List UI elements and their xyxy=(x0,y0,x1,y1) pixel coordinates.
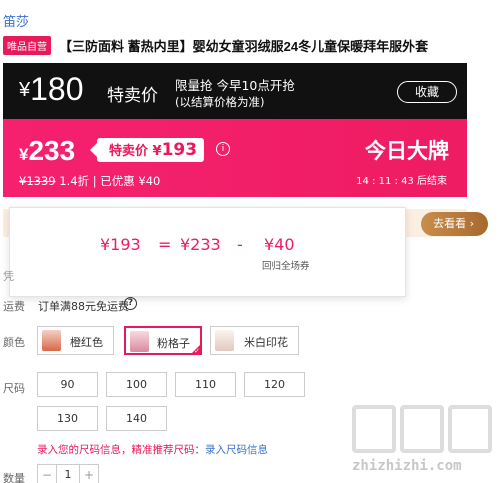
flash-sale-time: 限量抢 今早10点开抢 xyxy=(175,78,295,93)
flash-price-currency: ¥ xyxy=(19,79,31,101)
chevron-right-icon: › xyxy=(469,217,474,230)
shipping-value: 订单满88元免运费 xyxy=(38,300,129,313)
minus-sign: - xyxy=(237,235,243,254)
enter-size-link[interactable]: 录入尺码信息 xyxy=(205,444,268,456)
size-option-130[interactable]: 130 xyxy=(37,406,98,431)
color-option-cream-print[interactable]: 米白印花 xyxy=(210,326,299,355)
watermark-glyph xyxy=(448,405,492,453)
watermark-logo xyxy=(352,405,492,455)
color-option-pink-check[interactable]: 粉格子 ✓ xyxy=(124,326,202,355)
countdown-suffix: 后结束 xyxy=(417,176,447,187)
countdown-value: 14 : 11 : 43 xyxy=(356,176,414,187)
product-title: 【三防面料 蓄热内里】婴幼女童羽绒服24冬儿童保暖拜年服外套 xyxy=(59,39,429,54)
discount-rate: 1.4折 xyxy=(59,174,90,188)
title-row: 唯品自营 【三防面料 蓄热内里】婴幼女童羽绒服24冬儿童保暖拜年服外套 xyxy=(3,36,497,55)
favorite-button[interactable]: 收藏 xyxy=(397,81,457,103)
flash-price-value: 180 xyxy=(30,71,84,107)
countdown-timer: 14 : 11 : 43 后结束 xyxy=(356,172,447,187)
color-option-label: 粉格子 xyxy=(157,337,190,350)
color-option-orange-red[interactable]: 橙红色 xyxy=(37,326,114,355)
original-price: ¥1339 xyxy=(19,174,56,188)
color-option-label: 米白印花 xyxy=(244,336,288,349)
color-label: 颜色 xyxy=(3,336,25,349)
base-price: ¥233 xyxy=(180,235,221,254)
flash-sale-note: (以结算价格为准) xyxy=(175,95,265,109)
go-see-button[interactable]: 去看看 › xyxy=(421,212,488,236)
color-option-label: 橙红色 xyxy=(70,336,103,349)
info-icon[interactable]: i xyxy=(216,142,230,156)
color-thumbnail xyxy=(42,330,61,351)
coupon-note: 回归全场券 xyxy=(262,261,310,272)
quantity-decrease-button[interactable]: − xyxy=(38,465,56,483)
color-thumbnail xyxy=(215,330,234,351)
final-price: ¥193 xyxy=(100,235,141,254)
size-option-120[interactable]: 120 xyxy=(244,372,305,397)
price-breakdown-popup: ¥193 = ¥233 - ¥40 回归全场券 xyxy=(9,207,406,297)
quantity-value[interactable]: 1 xyxy=(56,465,80,483)
quantity-stepper: − 1 + xyxy=(37,464,99,483)
flash-sale-band: ¥180 特卖价 限量抢 今早10点开抢 (以结算价格为准) 收藏 xyxy=(3,63,467,119)
coupon-value: ¥40 xyxy=(264,235,295,254)
special-price-label: 特卖价 xyxy=(109,144,149,159)
equals-sign: = xyxy=(158,235,172,254)
brand-link[interactable]: 笛莎 xyxy=(3,11,29,30)
size-hint: 录入您的尺码信息，精准推荐尺码：录入尺码信息 xyxy=(37,442,268,457)
special-price-value: 193 xyxy=(161,140,198,160)
size-hint-text: 录入您的尺码信息，精准推荐尺码： xyxy=(37,444,205,456)
sale-price-value: 233 xyxy=(28,135,76,166)
watermark-glyph xyxy=(352,405,396,453)
partially-hidden-label: 凭 xyxy=(3,270,14,283)
price-separator: | xyxy=(92,174,97,188)
sale-price-band: ¥233 特卖价 ¥193 i ¥1339 1.4折 | 已优惠 ¥40 今日大… xyxy=(3,119,467,197)
special-price-currency: ¥ xyxy=(152,144,162,159)
flash-price: ¥180 xyxy=(19,71,84,108)
flash-price-tag: 特卖价 xyxy=(107,86,158,106)
self-operated-badge: 唯品自营 xyxy=(3,36,51,55)
size-option-90[interactable]: 90 xyxy=(37,372,98,397)
size-option-140[interactable]: 140 xyxy=(106,406,167,431)
sale-price: ¥233 xyxy=(19,135,75,167)
saved-amount: 已优惠 ¥40 xyxy=(100,174,161,188)
special-price-tag: 特卖价 ¥193 xyxy=(89,138,205,162)
size-option-110[interactable]: 110 xyxy=(175,372,236,397)
shipping-label: 运费 xyxy=(3,300,25,313)
quantity-label: 数量 xyxy=(3,472,25,483)
quantity-increase-button[interactable]: + xyxy=(80,465,98,483)
check-icon: ✓ xyxy=(194,347,200,355)
go-see-label: 去看看 xyxy=(433,217,467,230)
watermark-text: zhizhizhi.com xyxy=(352,458,462,474)
watermark-glyph xyxy=(400,405,444,453)
help-icon[interactable]: ? xyxy=(124,297,137,310)
price-details: ¥1339 1.4折 | 已优惠 ¥40 xyxy=(19,173,160,189)
size-option-100[interactable]: 100 xyxy=(106,372,167,397)
size-label: 尺码 xyxy=(3,382,25,395)
color-thumbnail xyxy=(130,331,149,352)
brand-day-label: 今日大牌 xyxy=(365,139,449,163)
